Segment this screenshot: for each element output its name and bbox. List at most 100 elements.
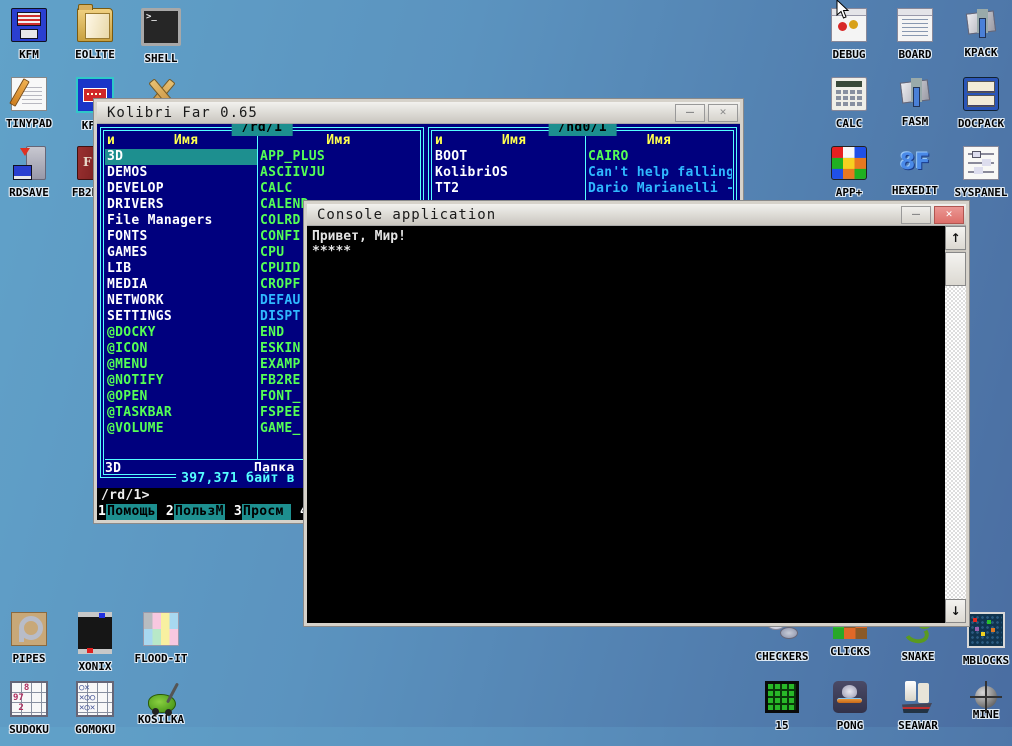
desktop-icon-label: KFM [19,48,39,61]
file-item[interactable]: FONTS [105,229,257,245]
console-minimize-button[interactable]: — [901,206,931,224]
console-output[interactable]: Привет, Мир!***** [307,226,945,623]
file-item[interactable]: TT2 [433,181,585,197]
file-item[interactable]: CALC [258,181,419,197]
desktop-icon-pipes[interactable]: PIPES [0,608,62,677]
file-item[interactable]: BOOT [433,149,585,165]
desktop-icon-docpack[interactable]: DOCPACK [948,73,1012,142]
desktop-icon-label: BOARD [898,48,931,61]
app-plus-icon [831,146,867,180]
file-item[interactable]: MEDIA [105,277,257,293]
file-item[interactable]: @MENU [105,357,257,373]
scrollbar-track[interactable] [945,286,966,599]
desktop-icon-seawar[interactable]: SEAWAR [884,677,952,746]
console-close-button[interactable]: ✕ [934,206,964,224]
file-item[interactable]: @ICON [105,341,257,357]
far-minimize-button[interactable]: — [675,104,705,122]
mine-icon [975,686,997,708]
desktop-icon-label: RDSAVE [9,186,49,199]
file-item[interactable]: Can't help falling } [586,165,732,181]
kpack-icon [964,8,998,40]
desktop-icon-label: SUDOKU [9,723,49,736]
fkey-label: Просм [242,504,291,520]
desktop-icon-fasm[interactable]: FASM [882,73,948,142]
file-item[interactable]: ASCIIVJU [258,165,419,181]
icon-grid-top-right: DEBUGBOARDKPACKCALCFASMDOCPACKAPP+HEXEDI… [816,4,1012,211]
file-item[interactable]: APP_PLUS [258,149,419,165]
file-item[interactable]: KolibriOS [433,165,585,181]
console-window[interactable]: Console application — ✕ Привет, Мир!****… [303,200,970,627]
file-item[interactable]: DEVELOP [105,181,257,197]
desktop-icon-label: APP+ [836,186,863,199]
file-item[interactable]: File Managers [105,213,257,229]
desktop-icon-label: CALC [836,117,863,130]
desktop-icon-label: KPACK [964,46,997,59]
scroll-down-button[interactable]: ↓ [945,599,966,623]
fkey-label: ПользМ [174,504,225,520]
debug-icon [831,8,867,42]
desktop-icon-gomoku[interactable]: GOMOKU [62,677,128,746]
file-item[interactable]: DRIVERS [105,197,257,213]
panel-path-left[interactable]: /rd/1 [232,124,293,136]
kosilka-icon [148,694,176,713]
desktop-icon-xonix[interactable]: XONIX [62,608,128,677]
calc-icon [831,77,867,111]
desktop-icon-label: FASM [902,115,929,128]
fkey-2[interactable]: 2ПользМ [166,504,225,520]
file-item[interactable]: NETWORK [105,293,257,309]
file-item[interactable]: Dario Marianelli - } [586,181,732,197]
kfm-icon [11,8,47,42]
desktop-icon-label: CHECKERS [756,650,809,663]
desktop-icon-shell[interactable]: SHELL [128,4,194,73]
pipes-icon [11,612,47,646]
file-item[interactable]: LIB [105,261,257,277]
file-item[interactable]: CAIRO [586,149,732,165]
docpack-icon [963,77,999,111]
status-item-name: 3D [105,461,121,476]
scrollbar-thumb[interactable] [945,252,966,286]
flood-it-icon [143,612,179,646]
fkey-1[interactable]: 1Помощь [98,504,157,520]
file-item[interactable]: SETTINGS [105,309,257,325]
far-window-title: Kolibri Far 0.65 [97,105,258,121]
sudoku-icon [10,681,48,717]
file-item[interactable]: GAMES [105,245,257,261]
desktop-icon-pong[interactable]: PONG [816,677,884,746]
shell-icon [141,8,181,46]
console-titlebar[interactable]: Console application — ✕ [307,204,966,226]
desktop: { "colors":{ "desktop_gradient_from":"#6… [0,0,1012,727]
desktop-icon-kosilka[interactable]: KOSILKA [128,677,194,746]
fkey-3[interactable]: 3Просм [234,504,291,520]
far-titlebar[interactable]: Kolibri Far 0.65 — ✕ [97,102,740,124]
file-item[interactable]: DEMOS [105,165,257,181]
fkey-label: Помощь [106,504,157,520]
file-item[interactable]: @DOCKY [105,325,257,341]
console-line: ***** [312,244,940,259]
desktop-icon-rdsave[interactable]: RDSAVE [0,142,62,211]
desktop-icon-tinypad[interactable]: TINYPAD [0,73,62,142]
far-close-button[interactable]: ✕ [708,104,738,122]
desktop-icon-calc[interactable]: CALC [816,73,882,142]
file-item[interactable]: @TASKBAR [105,405,257,421]
desktop-icon-flood-it[interactable]: FLOOD-IT [128,608,194,677]
desktop-icon-kpack[interactable]: KPACK [948,4,1012,73]
desktop-icon-board[interactable]: BOARD [882,4,948,73]
desktop-icon-sudoku[interactable]: SUDOKU [0,677,62,746]
desktop-icon-label: CLICKS [830,645,870,658]
file-item[interactable]: @OPEN [105,389,257,405]
desktop-icon-mine[interactable]: MINE [952,677,1012,746]
desktop-icon-debug[interactable]: DEBUG [816,4,882,73]
desktop-icon-kfm[interactable]: KFM [0,4,62,73]
file-item[interactable]: @NOTIFY [105,373,257,389]
console-scrollbar[interactable]: ↑ ↓ [945,226,966,623]
desktop-icon-eolite[interactable]: EOLITE [62,4,128,73]
desktop-icon-fifteen[interactable]: 15 [748,677,816,746]
board-icon [897,8,933,42]
eolite-icon [77,8,113,42]
desktop-icon-label: GOMOKU [75,723,115,736]
panel-path-right[interactable]: /hd0/1 [548,124,617,136]
scroll-up-button[interactable]: ↑ [945,226,966,250]
file-item[interactable]: @VOLUME [105,421,257,437]
file-item[interactable]: 3D [105,149,257,165]
console-window-title: Console application [307,207,496,223]
